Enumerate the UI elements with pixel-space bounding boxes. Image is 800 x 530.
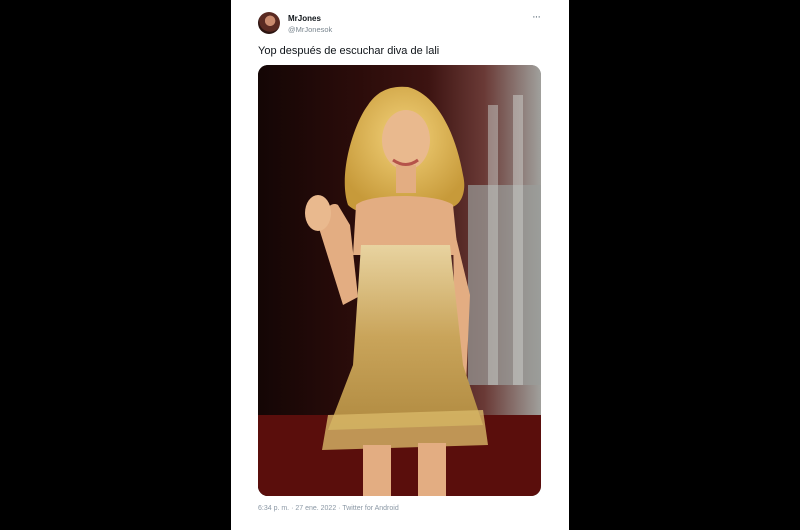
more-horizontal-icon[interactable]: ··· — [529, 11, 543, 25]
tweet-text: Yop después de escuchar diva de lali — [258, 45, 440, 57]
photo-illustration — [258, 65, 541, 496]
user-handle[interactable]: @MrJonesok — [288, 25, 332, 34]
avatar[interactable] — [258, 12, 280, 34]
display-name[interactable]: MrJones — [288, 14, 321, 23]
tweet-timestamp[interactable]: 6:34 p. m. · 27 ene. 2022 · Twitter for … — [258, 505, 399, 512]
screen: MrJones @MrJonesok ··· Yop después de es… — [0, 0, 800, 530]
tweet-card[interactable]: MrJones @MrJonesok ··· Yop después de es… — [231, 0, 569, 530]
tweet-photo[interactable] — [258, 65, 541, 496]
